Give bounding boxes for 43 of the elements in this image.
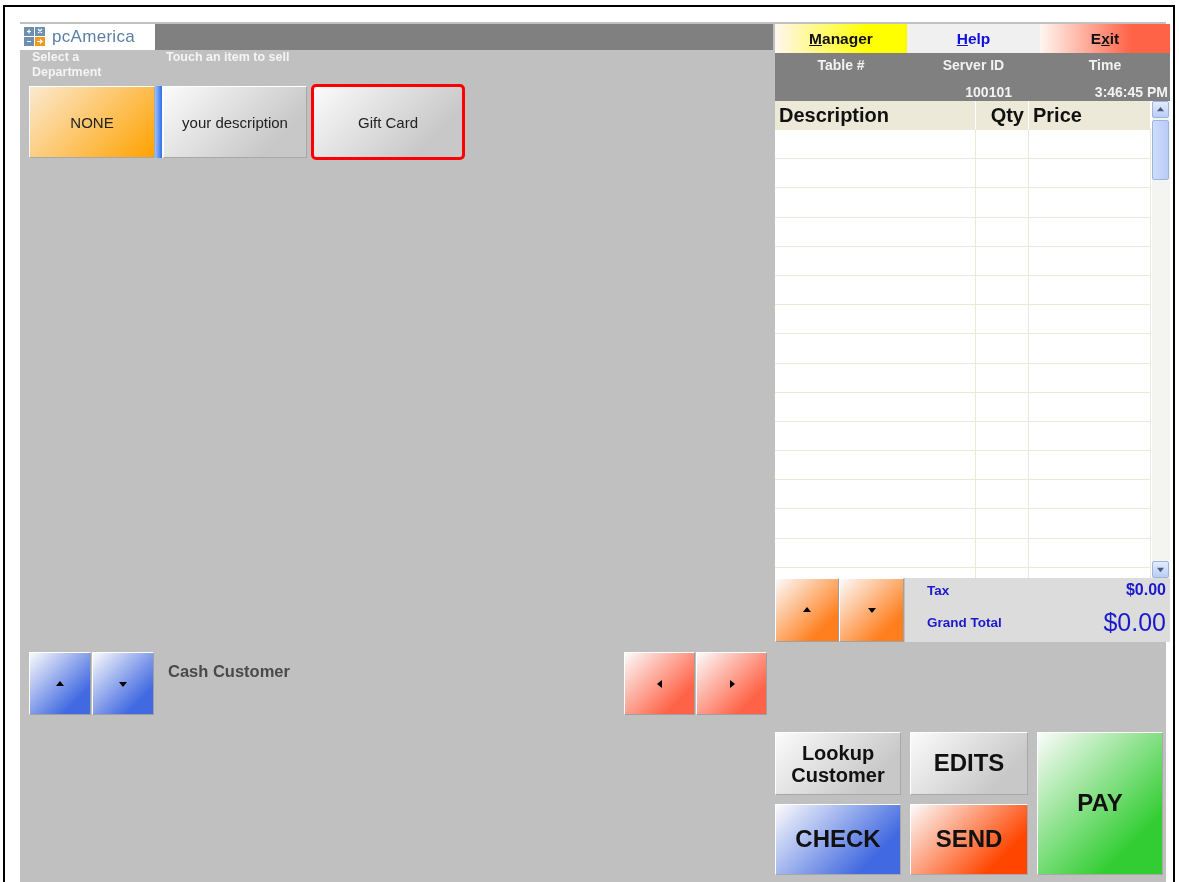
down-arrow-icon: [1157, 566, 1165, 573]
right-arrow-icon: [727, 679, 736, 688]
action-button[interactable]: SEND: [910, 804, 1028, 875]
column-header: Qty: [976, 101, 1029, 129]
menu-button[interactable]: Manager: [775, 24, 907, 53]
total-value: $0.00: [1125, 581, 1166, 599]
scrollbar[interactable]: [1152, 101, 1170, 578]
total-label: Grand Total: [927, 614, 1002, 630]
department-button[interactable]: NONE: [29, 86, 155, 158]
item-button[interactable]: your description: [163, 86, 307, 158]
total-label: Tax: [927, 582, 950, 598]
scroll-down-button[interactable]: [1152, 561, 1170, 578]
action-button[interactable]: PAY: [1037, 732, 1163, 875]
action-button[interactable]: Lookup Customer: [775, 732, 901, 795]
logo-text: pcAmerica: [52, 27, 135, 47]
up-arrow-icon: [56, 679, 64, 688]
up-arrow-icon: [803, 606, 811, 614]
down-arrow-icon: [867, 606, 876, 614]
left-arrow-icon: [655, 679, 664, 688]
order-up-button[interactable]: [775, 578, 839, 642]
page-left-button[interactable]: [624, 652, 695, 715]
info-value: 100101: [964, 84, 1013, 101]
order-down-button[interactable]: [839, 578, 904, 642]
calculator-icon: [24, 27, 46, 47]
menu-button[interactable]: Exit: [1040, 24, 1170, 53]
up-arrow-icon: [1157, 106, 1165, 113]
customer-name: Cash Customer: [168, 662, 291, 682]
scroll-thumb[interactable]: [1152, 120, 1170, 180]
total-value: $0.00: [1103, 607, 1166, 637]
column-header: Description: [775, 101, 976, 129]
down-arrow-icon: [119, 679, 127, 688]
selection-strip: [155, 86, 163, 158]
column-header: Price: [1029, 101, 1152, 129]
action-button[interactable]: EDITS: [910, 732, 1028, 795]
info-label: Server ID: [941, 57, 1006, 73]
item-button[interactable]: Gift Card: [313, 86, 463, 158]
info-label: Table #: [816, 57, 866, 73]
info-label: Time: [1087, 57, 1123, 73]
action-button[interactable]: CHECK: [775, 804, 901, 875]
info-value: 3:46:45 PM: [1093, 84, 1169, 101]
scroll-up-button[interactable]: [1152, 101, 1170, 118]
page-right-button[interactable]: [696, 652, 767, 715]
menu-button[interactable]: Help: [907, 24, 1040, 53]
